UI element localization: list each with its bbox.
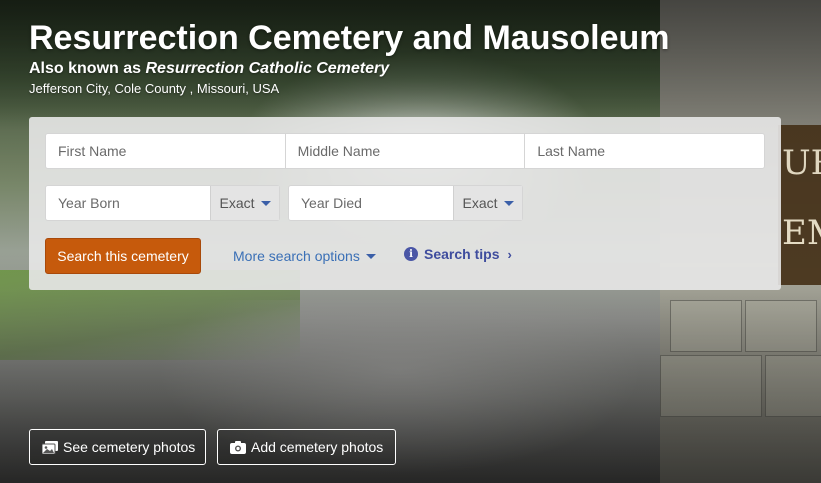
page-title: Resurrection Cemetery and Mausoleum — [29, 19, 670, 57]
middle-name-input[interactable] — [285, 134, 525, 168]
more-search-options-label: More search options — [233, 248, 360, 264]
caret-down-icon — [365, 253, 376, 259]
see-cemetery-photos-button[interactable]: See cemetery photos — [29, 429, 206, 465]
year-died-mode-select[interactable]: Exact — [453, 186, 522, 220]
aka-prefix: Also known as — [29, 60, 142, 77]
more-search-options-link[interactable]: More search options — [233, 248, 376, 264]
photos-icon — [41, 441, 58, 455]
year-born-mode-label: Exact — [219, 195, 255, 211]
first-name-input[interactable] — [46, 134, 285, 168]
caret-down-icon — [503, 200, 514, 206]
last-name-input[interactable] — [525, 134, 765, 168]
year-died-group: Exact — [288, 185, 523, 221]
year-born-input[interactable] — [46, 186, 210, 220]
year-born-group: Exact — [45, 185, 280, 221]
info-icon: i — [404, 247, 418, 261]
search-tips-label: Search tips — [424, 246, 500, 262]
camera-icon — [230, 441, 246, 454]
chevron-right-icon: › — [507, 246, 512, 262]
also-known-as: Also known as Resurrection Catholic Ceme… — [29, 59, 389, 79]
add-cemetery-photos-label: Add cemetery photos — [251, 439, 384, 455]
year-died-input[interactable] — [289, 186, 453, 220]
year-born-mode-select[interactable]: Exact — [210, 186, 279, 220]
search-cemetery-button[interactable]: Search this cemetery — [45, 238, 201, 274]
name-fields — [45, 133, 765, 169]
search-panel: Exact Exact Search this cemetery More se… — [29, 117, 781, 290]
year-died-mode-label: Exact — [462, 195, 498, 211]
aka-name: Resurrection Catholic Cemetery — [145, 60, 390, 77]
cemetery-location: Jefferson City, Cole County , Missouri, … — [29, 81, 280, 96]
add-cemetery-photos-button[interactable]: Add cemetery photos — [217, 429, 396, 465]
see-cemetery-photos-label: See cemetery photos — [63, 439, 196, 455]
caret-down-icon — [260, 200, 271, 206]
search-tips-link[interactable]: i Search tips › — [404, 246, 512, 262]
